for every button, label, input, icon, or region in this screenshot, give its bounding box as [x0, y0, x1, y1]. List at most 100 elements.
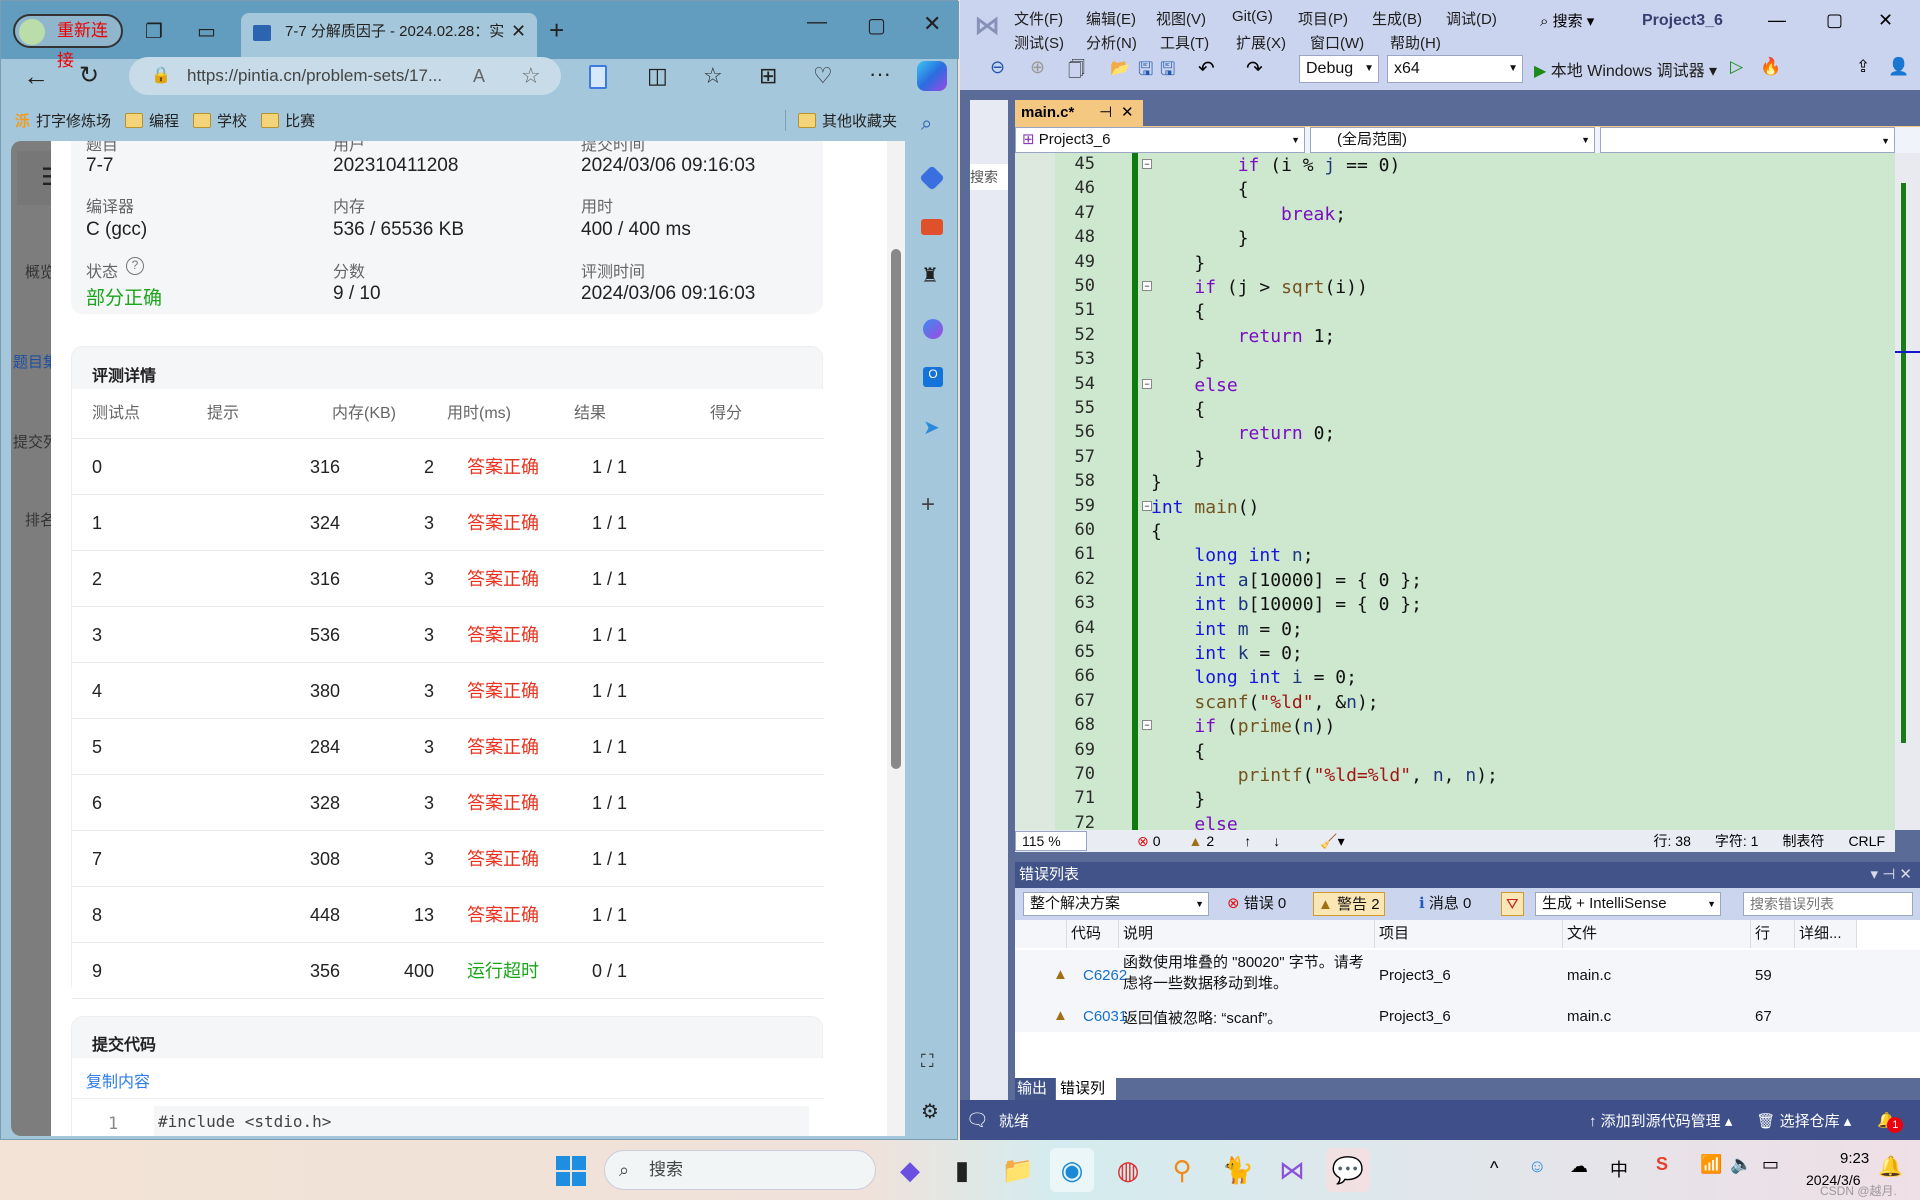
side-search-box[interactable]: 搜索	[970, 164, 1008, 190]
workspaces-icon[interactable]: ❐	[145, 19, 163, 44]
navigate-forward-icon[interactable]: ⊕	[1030, 57, 1045, 78]
search-menu[interactable]: ⌕ 搜索 ▾	[1540, 10, 1594, 31]
page-scrollbar[interactable]	[887, 141, 905, 1136]
more-icon[interactable]: ···	[869, 61, 891, 87]
menu-item[interactable]: 项目(P)	[1298, 8, 1348, 29]
line-ending[interactable]: CRLF	[1848, 833, 1885, 849]
messages-filter-button[interactable]: ℹ 消息 0	[1415, 892, 1475, 916]
save-all-icon[interactable]: 🖫	[1160, 57, 1175, 87]
header-code[interactable]: 代码	[1067, 920, 1119, 948]
copilot-app-icon[interactable]: ◆	[888, 1148, 932, 1192]
bookmark-typing[interactable]: 泺打字修炼场	[15, 110, 111, 131]
doc-tab-main-c[interactable]: main.c* ⊣ ✕	[1015, 100, 1143, 126]
scope-dropdown[interactable]: (全局范围) ▼	[1310, 127, 1595, 153]
task-view-icon[interactable]: ▮	[940, 1148, 984, 1192]
error-count[interactable]: 0	[1153, 833, 1161, 849]
code-cleanup-icon[interactable]: 🧹▾	[1320, 833, 1344, 850]
close-tab-icon[interactable]: ✕	[511, 21, 526, 42]
fold-toggle-icon[interactable]: −	[1142, 720, 1152, 731]
shopping-tag-icon[interactable]	[919, 165, 945, 191]
next-issue-icon[interactable]: ↓	[1273, 833, 1280, 849]
reconnect-button[interactable]: 重新连接	[13, 14, 123, 70]
share-icon[interactable]: ⇪	[1856, 57, 1870, 77]
member-dropdown[interactable]: ▼	[1600, 127, 1895, 153]
warnings-filter-button[interactable]: ▲ 警告 2	[1313, 892, 1385, 916]
address-bar[interactable]: 🔒 https://pintia.cn/problem-sets/17... A…	[129, 57, 561, 95]
collections-icon[interactable]: ⊞	[759, 63, 777, 89]
menu-item[interactable]: Git(G)	[1232, 8, 1273, 25]
close-window-icon[interactable]: ✕	[1878, 10, 1893, 31]
scrollbar-thumb[interactable]	[891, 249, 901, 769]
error-code-link[interactable]: C6031	[1083, 1008, 1127, 1025]
pin-icon[interactable]: ⊣	[1099, 100, 1112, 126]
read-aloud-icon[interactable]: A	[473, 57, 485, 95]
start-debugging-button[interactable]: ▶ 本地 Windows 调试器 ▾	[1534, 57, 1717, 81]
redo-icon[interactable]: ↷	[1246, 56, 1263, 81]
fold-toggle-icon[interactable]: −	[1142, 281, 1152, 291]
error-search-input[interactable]	[1743, 892, 1913, 916]
indent-mode[interactable]: 制表符	[1782, 831, 1824, 851]
config-dropdown[interactable]: Debug ▼	[1299, 55, 1379, 83]
menu-item[interactable]: 测试(S)	[1014, 32, 1064, 53]
select-repo-button[interactable]: 🗑 选择仓库 ▴	[1756, 1110, 1851, 1131]
platform-dropdown[interactable]: x64 ▼	[1387, 55, 1523, 83]
minimize-icon[interactable]: —	[807, 11, 827, 34]
menu-item[interactable]: 扩展(X)	[1236, 32, 1286, 53]
header-description[interactable]: 说明	[1119, 920, 1375, 948]
close-tab-icon[interactable]: ✕	[1121, 100, 1134, 126]
search-icon[interactable]: ⌕	[921, 113, 932, 136]
close-window-icon[interactable]: ✕	[923, 11, 941, 37]
visual-studio-app-icon[interactable]: ⋈	[1270, 1148, 1314, 1192]
edge-app-icon[interactable]: ◉	[1050, 1148, 1094, 1192]
start-without-debugging-icon[interactable]: ▷	[1730, 57, 1743, 77]
back-icon[interactable]: ←	[23, 61, 49, 92]
telegram-icon[interactable]: ➤	[923, 415, 940, 440]
header-details[interactable]: 详细...	[1795, 920, 1857, 948]
menu-item[interactable]: 工具(T)	[1160, 32, 1209, 53]
clock-time[interactable]: 9:23	[1840, 1150, 1869, 1167]
menu-item[interactable]: 分析(N)	[1086, 32, 1137, 53]
navigate-back-icon[interactable]: ⊖	[990, 57, 1005, 78]
browser-essentials-icon[interactable]: ♡	[813, 63, 833, 89]
code-editor[interactable]: if (i % j == 0) { break; } } if (j > sqr…	[1015, 153, 1895, 830]
undo-icon[interactable]: ↶	[1198, 56, 1215, 81]
refresh-icon[interactable]: ↻	[79, 61, 99, 90]
battery-icon[interactable]: ▭	[1762, 1154, 1779, 1175]
zoom-dropdown[interactable]: 115 %	[1015, 831, 1087, 851]
show-hidden-icons[interactable]: ^	[1490, 1158, 1498, 1179]
new-project-icon[interactable]: 🗍	[1068, 57, 1085, 86]
menu-item[interactable]: 生成(B)	[1372, 8, 1422, 29]
cat-app-icon[interactable]: 🐈	[1216, 1148, 1260, 1192]
copy-content-link[interactable]: 复制内容	[86, 1068, 150, 1092]
filter-icon[interactable]: ⛛	[1501, 892, 1524, 916]
error-code-link[interactable]: C6262	[1083, 967, 1127, 984]
file-explorer-icon[interactable]: 📁	[996, 1148, 1040, 1192]
output-window-icon[interactable]: 🗨	[966, 1110, 989, 1131]
notifications-bell-icon[interactable]: 🔔 1	[1877, 1111, 1904, 1133]
wifi-icon[interactable]: 📶	[1700, 1154, 1722, 1175]
menu-item[interactable]: 窗口(W)	[1310, 32, 1364, 53]
header-line[interactable]: 行	[1751, 920, 1795, 948]
menu-item[interactable]: 编辑(E)	[1086, 8, 1136, 29]
chrome-app-icon[interactable]: ◍	[1106, 1148, 1150, 1192]
fold-toggle-icon[interactable]: −	[1142, 378, 1152, 389]
build-source-dropdown[interactable]: 生成 + IntelliSense ▼	[1535, 892, 1721, 916]
menu-item[interactable]: 文件(F)	[1014, 8, 1063, 29]
screenshot-icon[interactable]: ⛶	[921, 1051, 934, 1072]
volume-icon[interactable]: 🔈	[1730, 1154, 1752, 1175]
document-icon[interactable]	[589, 65, 607, 89]
new-tab-icon[interactable]: +	[549, 15, 564, 46]
settings-gear-icon[interactable]: ⚙	[921, 1099, 939, 1124]
previous-issue-icon[interactable]: ↑	[1244, 833, 1251, 849]
fold-toggle-icon[interactable]: −	[1142, 500, 1152, 511]
start-windows-icon[interactable]	[556, 1156, 586, 1186]
sogou-icon[interactable]: S	[1656, 1154, 1668, 1175]
source-control-button[interactable]: ↑ 添加到源代码管理 ▴	[1589, 1110, 1732, 1131]
bookmark-folder-contest[interactable]: 比赛	[261, 110, 315, 131]
save-icon[interactable]: 🖫	[1138, 57, 1153, 87]
microsoft365-icon[interactable]	[923, 319, 943, 339]
maximize-icon[interactable]: ▢	[1826, 10, 1843, 31]
bookmark-folder-school[interactable]: 学校	[193, 110, 247, 131]
taskbar-search[interactable]: ⌕ 搜索	[604, 1150, 876, 1190]
panel-controls-icon[interactable]: ▾ ⊣ ✕	[1871, 862, 1913, 888]
